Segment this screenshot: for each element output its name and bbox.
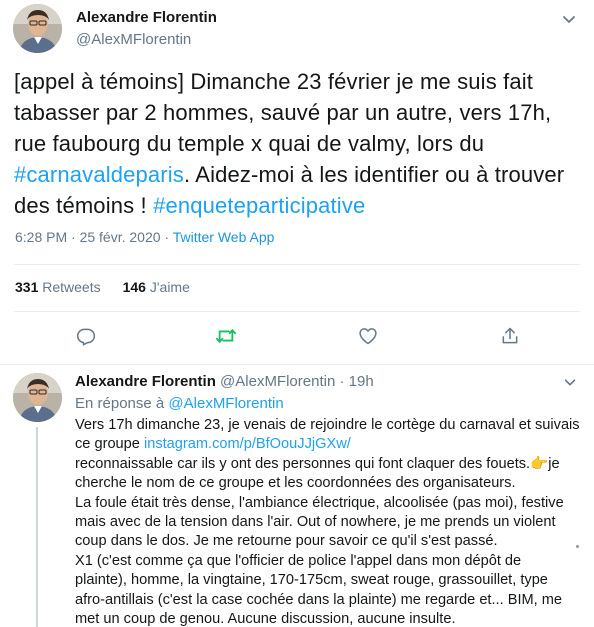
hashtag-link[interactable]: #enqueteparticipative [153,193,365,218]
tweet-text-line: tabasser par 2 hommes, sauvé par un autr… [14,100,552,125]
avatar-photo-icon [13,4,62,53]
main-tweet: Alexandre Florentin @AlexMFlorentin [app… [0,0,594,365]
retweets-count[interactable]: 331 [15,279,38,295]
tweet-stats: 331 Retweets 146 J'aime [15,279,190,295]
hashtag-link[interactable]: #carnavaldeparis [14,162,184,187]
tweet-text-line: rue faubourg du temple x quai de valmy, … [14,131,485,156]
divider [14,264,580,265]
scroll-marker [576,545,579,548]
more-options-chevron-down-icon[interactable] [560,10,578,28]
reply-text-line: Vers 17h dimanche 23, je venais de rejoi… [75,417,580,433]
reply-author-avatar[interactable] [13,373,62,422]
tweet-source-link[interactable]: Twitter Web App [173,229,275,245]
reply-author-name[interactable]: Alexandre Florentin [75,373,216,390]
reply-text-line: reconnaissable car ils y ont des personn… [75,455,585,474]
author-name[interactable]: Alexandre Florentin [76,9,217,26]
reply-text-fragment: je [548,455,560,472]
reply-text-line: cherche le nom de ce groupe et les coord… [75,475,516,492]
more-options-chevron-down-icon[interactable] [562,374,578,390]
instagram-link[interactable]: instagram.com/p/BfOouJJjGXw/ [144,436,351,452]
tweet-text-line: des témoins ! #enqueteparticipative [14,190,586,221]
replying-to-handle-link[interactable]: @AlexMFlorentin [168,395,283,412]
reply-time[interactable]: 19h [349,373,374,390]
separator-dot: · [335,373,349,390]
author-avatar[interactable] [13,4,62,53]
reply-header: Alexandre Florentin @AlexMFlorentin · 19… [75,373,374,390]
reply-tweet[interactable]: Alexandre Florentin @AlexMFlorentin · 19… [0,365,594,627]
replying-to: En réponse à @AlexMFlorentin [75,395,284,412]
reply-text-fragment: reconnaissable car ils y ont des personn… [75,455,531,472]
tweet-text-line: [appel à témoins] Dimanche 23 février je… [14,69,534,94]
reply-text-line: ce groupe instagram.com/p/BfOouJJjGXw/ [75,435,585,454]
tweet-timestamp[interactable]: 6:28 PM · 25 févr. 2020 · [15,229,173,245]
reply-text-line: mais avec de la tension dans l'air. Out … [75,514,556,531]
retweet-icon[interactable] [215,326,237,346]
reply-text-line: X1 (c'est comme ça que l'officier de pol… [75,552,522,569]
like-icon[interactable] [358,326,378,346]
reply-icon[interactable] [76,326,96,346]
reply-text-line: met un coup de genou. Aucune discussion,… [75,611,456,627]
retweets-label[interactable]: Retweets [42,279,100,295]
divider [14,311,580,312]
reply-author-handle[interactable]: @AlexMFlorentin [220,373,335,390]
reply-text-line: coup dans le dos. Je me retourne pour sa… [75,533,498,550]
tweet-text-fragment: des témoins ! [14,193,154,218]
author-handle[interactable]: @AlexMFlorentin [76,31,191,48]
likes-count[interactable]: 146 [123,279,146,295]
thread-connector-line [36,427,38,627]
reply-text-line: afro-antillais (c'est la case cochée dan… [75,591,563,608]
share-icon[interactable] [500,326,520,346]
reply-text-line: plainte), homme, la vingtaine, 170-175cm… [75,572,548,589]
tweet-text-line: #carnavaldeparis. Aidez-moi à les identi… [14,159,586,190]
reply-text: Vers 17h dimanche 23, je venais de rejoi… [75,416,585,627]
tweet-meta: 6:28 PM · 25 févr. 2020 · Twitter Web Ap… [15,229,274,245]
tweet-text-fragment: . Aidez-moi à les identifier ou à trouve… [183,162,565,187]
pointing-hand-emoji-icon: 👉 [530,455,549,472]
replying-prefix: En réponse à [75,395,169,412]
likes-label[interactable]: J'aime [150,279,190,295]
reply-text-fragment: ce groupe [75,436,144,453]
reply-text-line: La foule était très dense, l'ambiance él… [75,494,564,511]
avatar-photo-icon [13,373,62,422]
tweet-text: [appel à témoins] Dimanche 23 février je… [14,66,586,221]
